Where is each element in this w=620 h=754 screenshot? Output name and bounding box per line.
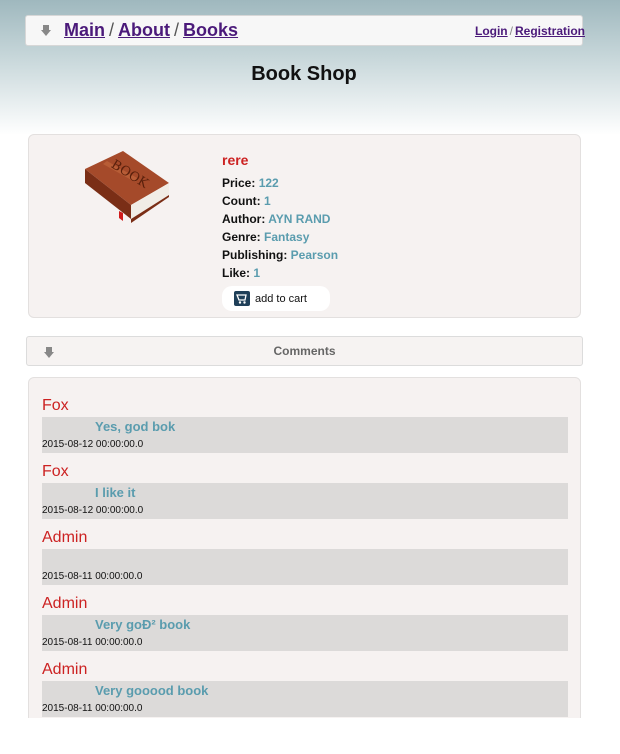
book-cover-image: BOOK [85, 151, 169, 223]
comment-item: Admin Very gooood book 2015-08-11 00:00:… [42, 657, 568, 717]
down-arrow-icon [41, 25, 51, 36]
comment-author: Fox [42, 397, 69, 414]
genre-row: Genre: Fantasy [222, 230, 310, 244]
comments-header: Comments [273, 344, 336, 358]
top-nav-bar: Main / About / Books Login / Registration [25, 15, 585, 46]
breadcrumb: Main / About / Books [64, 20, 239, 40]
login-link[interactable]: Login [475, 24, 508, 38]
book-card: BOOK rere Price: 122 Count: 1 Author: AY… [28, 134, 581, 318]
count-row: Count: 1 [222, 194, 271, 208]
comment-text: I like it [95, 485, 136, 500]
comment-date: 2015-08-11 00:00:00.0 [42, 571, 143, 582]
genre-value: Fantasy [264, 230, 310, 244]
comment-date: 2015-08-12 00:00:00.0 [42, 439, 144, 450]
comment-date: 2015-08-12 00:00:00.0 [42, 505, 144, 516]
like-value: 1 [253, 266, 261, 280]
price-value: 122 [258, 176, 279, 190]
author-row: Author: AYN RAND [222, 212, 331, 226]
auth-links: Login / Registration [474, 24, 585, 38]
comment-author: Fox [42, 463, 69, 480]
comment-text: Very gooood book [95, 683, 209, 698]
publishing-value: Pearson [290, 248, 339, 262]
comment-author: Admin [42, 595, 88, 612]
book-title: rere [222, 152, 249, 168]
registration-link[interactable]: Registration [515, 24, 585, 38]
like-row: Like: 1 [222, 266, 261, 280]
cart-icon [234, 291, 250, 306]
price-row: Price: 122 [222, 176, 279, 190]
count-value: 1 [264, 194, 271, 208]
comment-text: Yes, god bok [95, 419, 176, 434]
page-title: Book Shop [251, 63, 357, 85]
comment-text: Very goÐ² book [95, 617, 191, 632]
breadcrumb-main-link[interactable]: Main [64, 20, 105, 40]
add-to-cart-button[interactable]: add to cart [222, 286, 330, 311]
comment-item: Admin Very goÐ² book 2015-08-11 00:00:00… [42, 591, 568, 651]
comment-item: Fox Yes, god bok 2015-08-12 00:00:00.0 [42, 393, 568, 453]
page-bottom-area [0, 718, 620, 754]
comment-author: Admin [42, 529, 88, 546]
author-value: AYN RAND [268, 212, 331, 226]
comment-item: Admin 2015-08-11 00:00:00.0 [42, 525, 568, 585]
comment-date: 2015-08-11 00:00:00.0 [42, 703, 143, 714]
add-to-cart-label: add to cart [255, 293, 307, 305]
comment-date: 2015-08-11 00:00:00.0 [42, 637, 143, 648]
comments-toggle[interactable]: Comments [26, 336, 583, 366]
breadcrumb-about-link[interactable]: About [118, 20, 170, 40]
comment-author: Admin [42, 661, 88, 678]
comment-item: Fox I like it 2015-08-12 00:00:00.0 [42, 459, 568, 519]
comments-list: Fox Yes, god bok 2015-08-12 00:00:00.0 F… [28, 377, 581, 739]
publishing-row: Publishing: Pearson [222, 248, 339, 262]
breadcrumb-books-link[interactable]: Books [183, 20, 238, 40]
